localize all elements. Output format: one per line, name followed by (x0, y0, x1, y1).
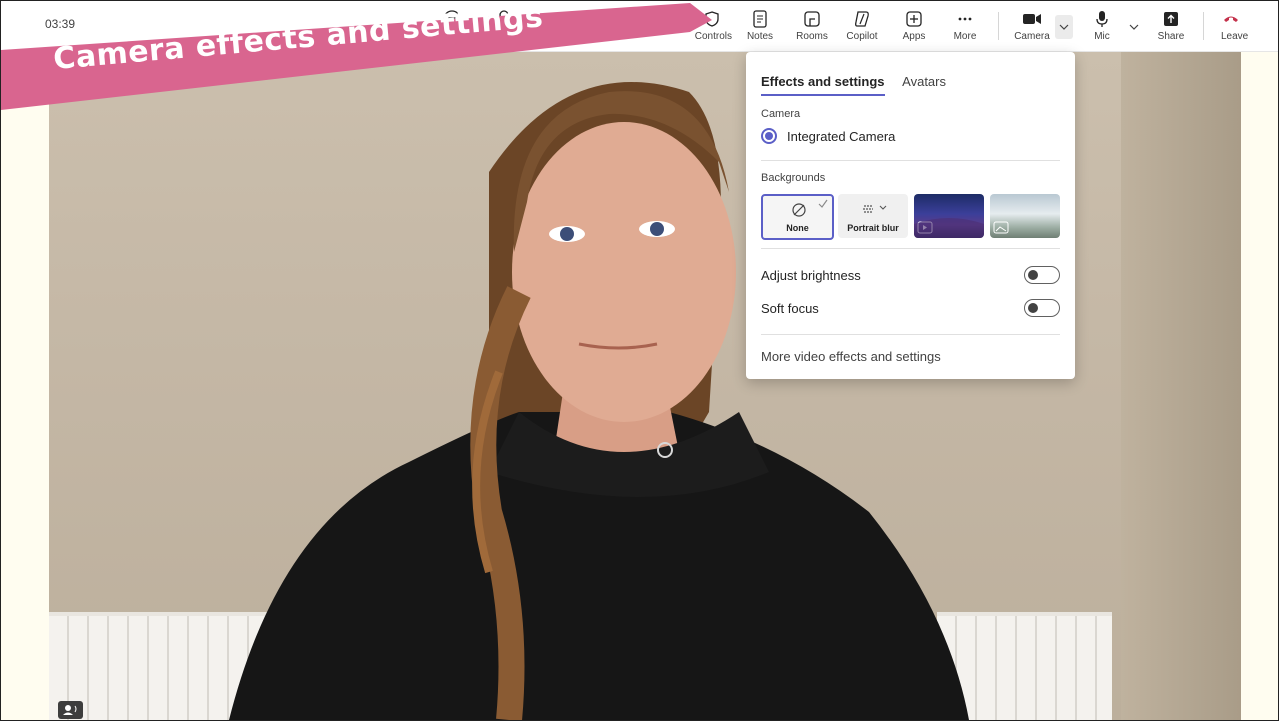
background-image-winter[interactable] (990, 194, 1060, 238)
background-none[interactable]: None (761, 194, 834, 240)
apps-label: Apps (902, 31, 926, 42)
rooms-icon (804, 11, 820, 27)
rooms-button[interactable]: Rooms (787, 7, 837, 47)
video-background-icon (914, 218, 984, 238)
leave-label: Leave (1221, 31, 1249, 42)
camera-icon (1023, 14, 1041, 24)
camera-section-label: Camera (761, 108, 801, 120)
effects-panel: Effects and settings Avatars Camera Inte… (746, 52, 1075, 379)
adjust-brightness-row: Adjust brightness (761, 266, 1060, 284)
rooms-label: Rooms (796, 31, 828, 42)
background-none-label: None (786, 223, 809, 233)
more-button[interactable]: More (940, 7, 990, 47)
divider (761, 160, 1060, 161)
phone-hangup-icon (1224, 16, 1238, 22)
camera-option-label: Integrated Camera (787, 128, 896, 144)
more-label: More (953, 31, 977, 42)
tab-avatars[interactable]: Avatars (902, 74, 946, 94)
camera-label: Camera (1014, 31, 1050, 42)
share-icon (1164, 12, 1178, 26)
background-portrait-blur[interactable]: Portrait blur (838, 194, 908, 238)
camera-option-integrated[interactable]: Integrated Camera (761, 127, 895, 145)
adjust-brightness-label: Adjust brightness (761, 267, 861, 283)
tab-effects-and-settings[interactable]: Effects and settings (761, 74, 885, 96)
backgrounds-section-label: Backgrounds (761, 172, 826, 184)
microphone-icon (1096, 11, 1108, 27)
adjust-brightness-toggle[interactable] (1024, 266, 1060, 284)
apps-button[interactable]: Apps (889, 7, 939, 47)
copilot-icon (855, 11, 869, 27)
more-icon (958, 17, 972, 21)
share-button[interactable]: Share (1146, 7, 1196, 47)
soft-focus-row: Soft focus (761, 299, 1060, 317)
copilot-label: Copilot (846, 31, 878, 42)
radio-selected-icon (761, 128, 777, 144)
speaking-icon (63, 705, 77, 715)
toolbar-divider (1203, 12, 1204, 40)
soft-focus-label: Soft focus (761, 300, 819, 316)
mic-button[interactable]: Mic (1077, 7, 1127, 47)
leave-button[interactable]: Leave (1213, 7, 1253, 47)
mic-label: Mic (1094, 31, 1110, 42)
soft-focus-toggle[interactable] (1024, 299, 1060, 317)
divider (761, 334, 1060, 335)
chevron-down-icon (1129, 24, 1139, 30)
notes-label: Notes (746, 31, 774, 42)
speaker-indicator (58, 701, 83, 719)
image-background-icon (993, 221, 1009, 234)
background-image-night-sky[interactable] (914, 194, 984, 238)
camera-button[interactable]: Camera (1007, 7, 1057, 47)
more-video-effects-link[interactable]: More video effects and settings (761, 349, 941, 364)
divider (761, 248, 1060, 249)
chevron-down-icon (1059, 24, 1069, 30)
background-blur-label: Portrait blur (847, 223, 899, 233)
notes-button[interactable]: Notes (735, 7, 785, 47)
panel-tabs: Effects and settings Avatars (761, 74, 960, 96)
plus-icon (906, 11, 922, 27)
notes-icon (753, 10, 767, 28)
copilot-button[interactable]: Copilot (837, 7, 887, 47)
camera-options-button[interactable] (1055, 15, 1073, 39)
toolbar-divider (998, 12, 999, 40)
mic-options-button[interactable] (1125, 15, 1143, 39)
share-label: Share (1157, 31, 1185, 42)
